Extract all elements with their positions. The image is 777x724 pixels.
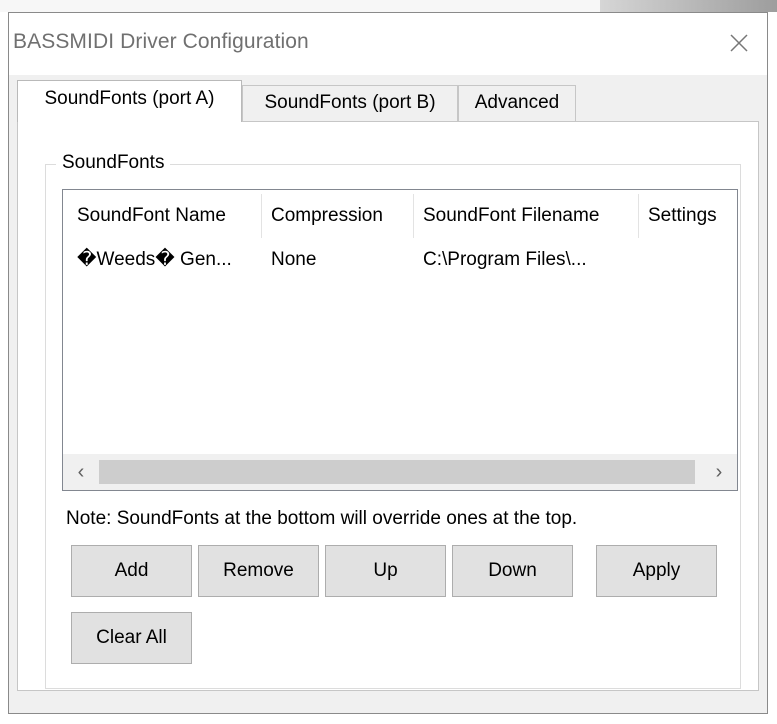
apply-button[interactable]: Apply <box>596 545 717 597</box>
scrollbar-thumb[interactable] <box>99 460 695 484</box>
close-button[interactable] <box>721 27 757 59</box>
tab-advanced[interactable]: Advanced <box>458 85 576 121</box>
override-note: Note: SoundFonts at the bottom will over… <box>66 508 578 529</box>
window-title: BASSMIDI Driver Configuration <box>13 30 309 53</box>
tab-soundfonts-port-a[interactable]: SoundFonts (port A) <box>17 80 242 122</box>
soundfonts-group-label: SoundFonts <box>56 152 171 174</box>
chevron-left-icon[interactable]: ‹ <box>63 454 99 490</box>
column-header-compression[interactable]: Compression <box>261 190 413 242</box>
tab-soundfonts-port-b[interactable]: SoundFonts (port B) <box>242 85 458 121</box>
up-button[interactable]: Up <box>325 545 446 597</box>
title-bar[interactable]: BASSMIDI Driver Configuration <box>9 13 767 75</box>
cell-soundfont-name: �Weeds� Gen... <box>77 249 232 270</box>
clear-all-button[interactable]: Clear All <box>71 612 192 664</box>
column-header-settings[interactable]: Settings <box>638 190 737 242</box>
close-icon <box>730 34 748 52</box>
cell-settings <box>638 242 737 280</box>
horizontal-scrollbar[interactable]: ‹ › <box>63 454 737 490</box>
chevron-right-icon[interactable]: › <box>701 454 737 490</box>
screen: BASSMIDI Driver Configuration SoundFonts… <box>0 0 777 724</box>
list-item[interactable]: �Weeds� Gen... None C:\Program Files\... <box>63 242 737 280</box>
cell-compression: None <box>271 249 317 270</box>
cell-soundfont-filename: C:\Program Files\... <box>423 249 587 270</box>
column-header-soundfont-name[interactable]: SoundFont Name <box>67 190 261 242</box>
down-button[interactable]: Down <box>452 545 573 597</box>
remove-button[interactable]: Remove <box>198 545 319 597</box>
background-window-edge <box>0 0 777 12</box>
add-button[interactable]: Add <box>71 545 192 597</box>
list-header: SoundFont Name Compression SoundFont Fil… <box>63 190 737 242</box>
soundfont-list[interactable]: SoundFont Name Compression SoundFont Fil… <box>62 189 738 491</box>
column-header-soundfont-filename[interactable]: SoundFont Filename <box>413 190 638 242</box>
